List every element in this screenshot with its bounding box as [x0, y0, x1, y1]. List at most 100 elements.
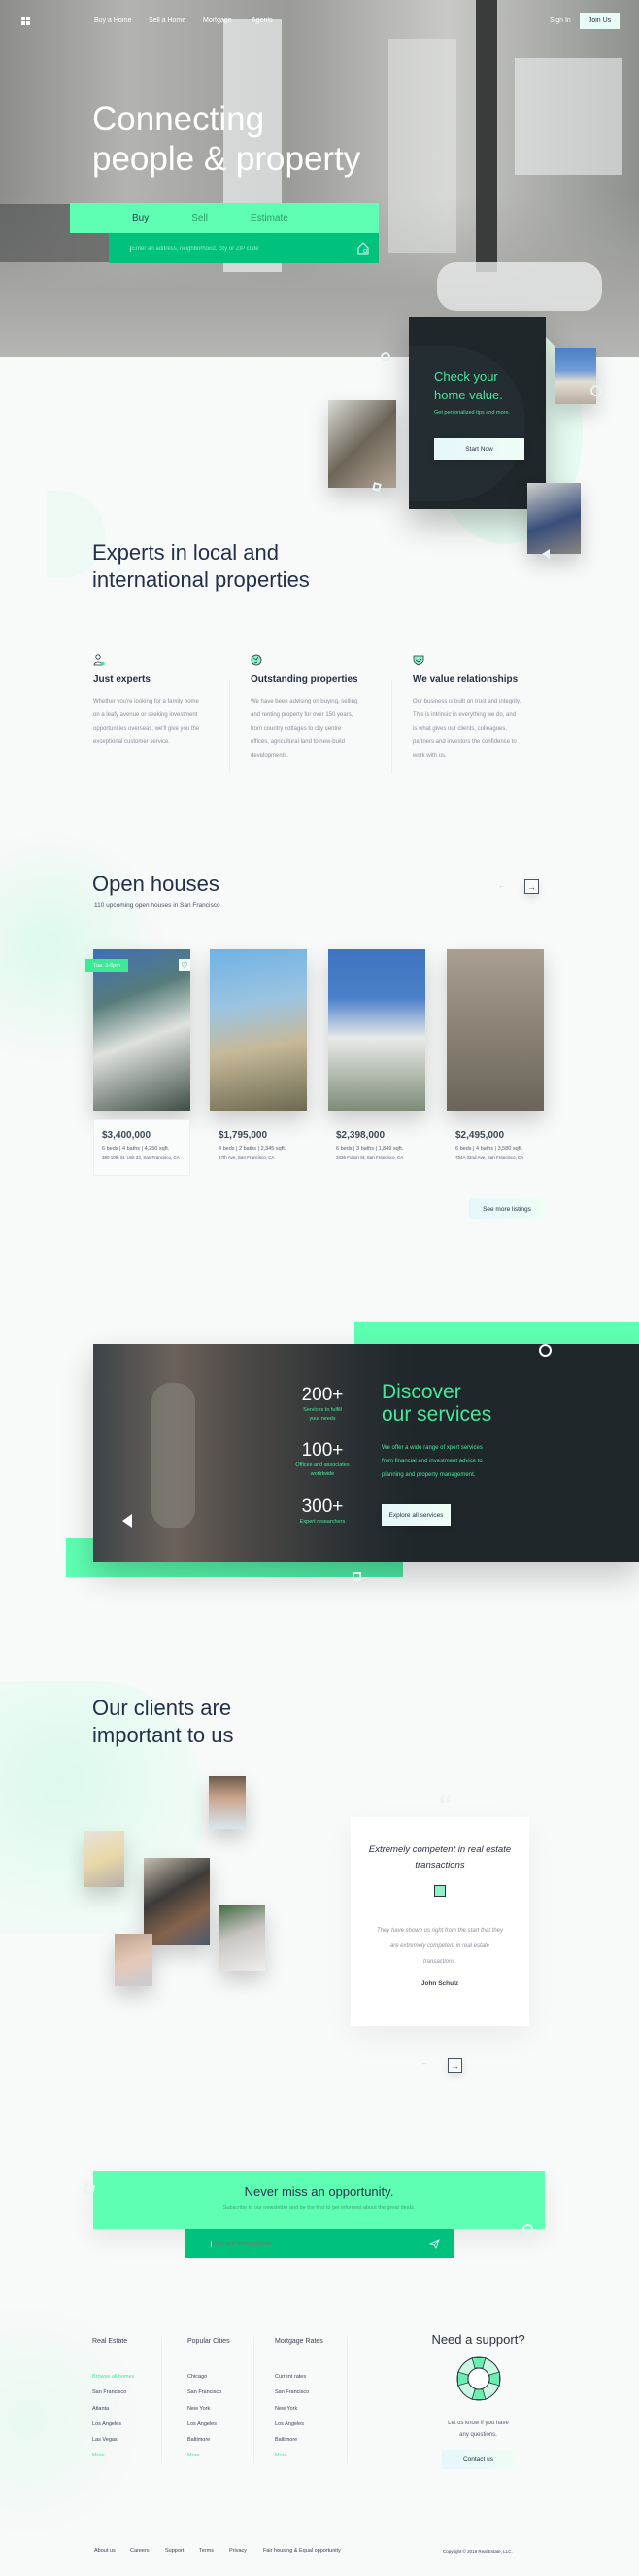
user-star-icon [93, 654, 105, 666]
listing-sqft: 3,580 sqft. [497, 1146, 523, 1151]
feature-divider [229, 680, 230, 773]
footer-more-link[interactable]: More [275, 2448, 323, 2463]
decor-ring [522, 2224, 533, 2235]
send-icon[interactable] [429, 2239, 440, 2249]
prev-arrow-icon[interactable]: ← [420, 2058, 428, 2067]
footer-about-link[interactable]: About us [94, 2548, 116, 2554]
logo-grid-icon[interactable] [21, 17, 30, 25]
testimonial-author: John Schulz [420, 1980, 459, 1987]
nav-agents[interactable]: Agents [252, 17, 273, 24]
footer-link[interactable]: Current rates [275, 2369, 323, 2385]
home-value-subtitle: Get personalized tips and more. [434, 410, 510, 416]
listing-baths: 4 baths [122, 1146, 141, 1151]
footer-column-mortgage-rates: Mortgage Rates Current rates San Francis… [275, 2338, 323, 2464]
hero-title-line: people & property [92, 140, 361, 178]
stat-value: 100+ [301, 1440, 344, 1460]
services-title-line: our services [382, 1403, 492, 1425]
listing-baths: 2 baths [239, 1146, 257, 1151]
prev-arrow-icon[interactable]: ← [498, 881, 506, 890]
nav-buy-home[interactable]: Buy a Home [94, 17, 132, 24]
handshake-shield-icon [413, 655, 424, 666]
footer-link[interactable]: Baltimore [275, 2432, 323, 2448]
footer-link[interactable]: Chicago [187, 2369, 230, 2385]
explore-services-button[interactable]: Explore all services [382, 1504, 451, 1526]
tab-estimate[interactable]: Estimate [251, 213, 288, 223]
decor-ring [539, 1344, 552, 1357]
nav-sell-home[interactable]: Sell a Home [149, 17, 185, 24]
stat-value: 300+ [301, 1496, 344, 1517]
stat-label: Offices and associates worldwide [295, 1462, 350, 1477]
family-photo [328, 400, 396, 488]
play-triangle-icon[interactable] [122, 1514, 132, 1528]
email-input[interactable] [211, 2241, 405, 2247]
contact-us-button[interactable]: Contact us [442, 2450, 515, 2469]
tab-sell[interactable]: Sell [191, 213, 208, 223]
start-now-button[interactable]: Start Now [434, 438, 524, 460]
support-text: Let us know if you have [448, 2421, 509, 2426]
heart-icon[interactable]: ♡ [179, 959, 190, 971]
testimonial-title: Extremely competent in real estate trans… [368, 1844, 512, 1871]
listing-card[interactable]: ♡ [93, 949, 190, 1111]
house-search-icon[interactable] [357, 242, 369, 255]
footer-link[interactable]: San Francisco [92, 2385, 134, 2400]
listing-price: $3,400,000 [102, 1130, 151, 1141]
footer-divider [161, 2337, 162, 2463]
nav-mortgage[interactable]: Mortgage [203, 17, 232, 24]
footer-link[interactable]: Las Vegas [92, 2432, 134, 2448]
client-photo-man [209, 1776, 246, 1829]
listing-info: $3,400,000 6 beds | 4 baths | 4,250 sqft… [102, 1130, 180, 1160]
footer-link[interactable]: Browse all homes [92, 2369, 134, 2385]
listing-price: $1,795,000 [219, 1130, 268, 1141]
footer-terms-link[interactable]: Terms [199, 2548, 214, 2554]
open-time-badge: Tue. 3-6pm [85, 959, 128, 972]
listing-address: 754A 32nd Ave, San Francisco, CA [455, 1155, 524, 1160]
listing-address: 380 10th St. Unit 23, San Francisco, CA [102, 1155, 180, 1160]
client-photo-family [144, 1858, 210, 1945]
footer-link[interactable]: San Francisco [187, 2385, 230, 2400]
stat-label: Expert researchers [299, 1519, 346, 1525]
open-houses-subtitle: 110 upcoming open houses in San Francisc… [94, 902, 220, 909]
footer-link[interactable]: Los Angeles [92, 2417, 134, 2432]
footer-privacy-link[interactable]: Privacy [229, 2548, 247, 2554]
stat-researchers: 300+ Expert researchers [279, 1496, 366, 1527]
footer-link[interactable]: San Francisco [275, 2385, 323, 2400]
services-title-line: Discover [382, 1381, 461, 1403]
feature-title: Just experts [93, 674, 151, 685]
decor-ring [590, 385, 602, 396]
footer-link[interactable]: New York [187, 2401, 230, 2417]
search-tabs: Buy Sell Estimate [70, 203, 379, 233]
decor-square [372, 482, 382, 492]
sign-in-link[interactable]: Sign In [550, 17, 571, 24]
feature-value-relationships: We value relationships Our business is b… [413, 653, 521, 763]
next-arrow-button[interactable]: → [448, 2058, 462, 2073]
see-more-listings-button[interactable]: See more listings [469, 1198, 545, 1219]
listing-photo[interactable] [447, 949, 544, 1111]
listing-price: $2,398,000 [336, 1130, 386, 1141]
footer-link[interactable]: New York [275, 2401, 323, 2417]
listing-photo[interactable] [210, 949, 307, 1111]
footer-link[interactable]: Atlanta [92, 2401, 134, 2417]
footer-heading: Mortgage Rates [275, 2338, 323, 2345]
join-button[interactable]: Join Us [580, 13, 620, 29]
footer-fair-housing-link[interactable]: Fair housing & Equal opportunity [263, 2548, 341, 2554]
footer-more-link[interactable]: More [92, 2448, 134, 2463]
tab-buy[interactable]: Buy [132, 213, 149, 223]
footer-link[interactable]: Baltimore [187, 2432, 230, 2448]
footer-link[interactable]: Los Angeles [275, 2417, 323, 2432]
footer-support-link[interactable]: Support [165, 2548, 184, 2554]
home-value-title: home value. [434, 388, 503, 402]
search-input[interactable] [130, 245, 344, 252]
footer-divider [347, 2337, 348, 2463]
next-arrow-button[interactable]: → [524, 879, 539, 894]
clients-title-line: important to us [92, 1723, 234, 1747]
footer-heading: Real Estate [92, 2338, 128, 2345]
footer-careers-link[interactable]: Careers [130, 2548, 150, 2554]
footer-link[interactable]: Los Angeles [187, 2417, 230, 2432]
listing-sqft: 2,345 sqft. [260, 1146, 286, 1151]
footer-more-link[interactable]: More [187, 2448, 230, 2463]
feature-text: Our business is built on trust and integ… [413, 699, 521, 759]
hero-column [476, 0, 497, 272]
listing-photo[interactable] [328, 949, 425, 1111]
newsletter-form [185, 2229, 454, 2258]
feature-title: We value relationships [413, 674, 519, 685]
